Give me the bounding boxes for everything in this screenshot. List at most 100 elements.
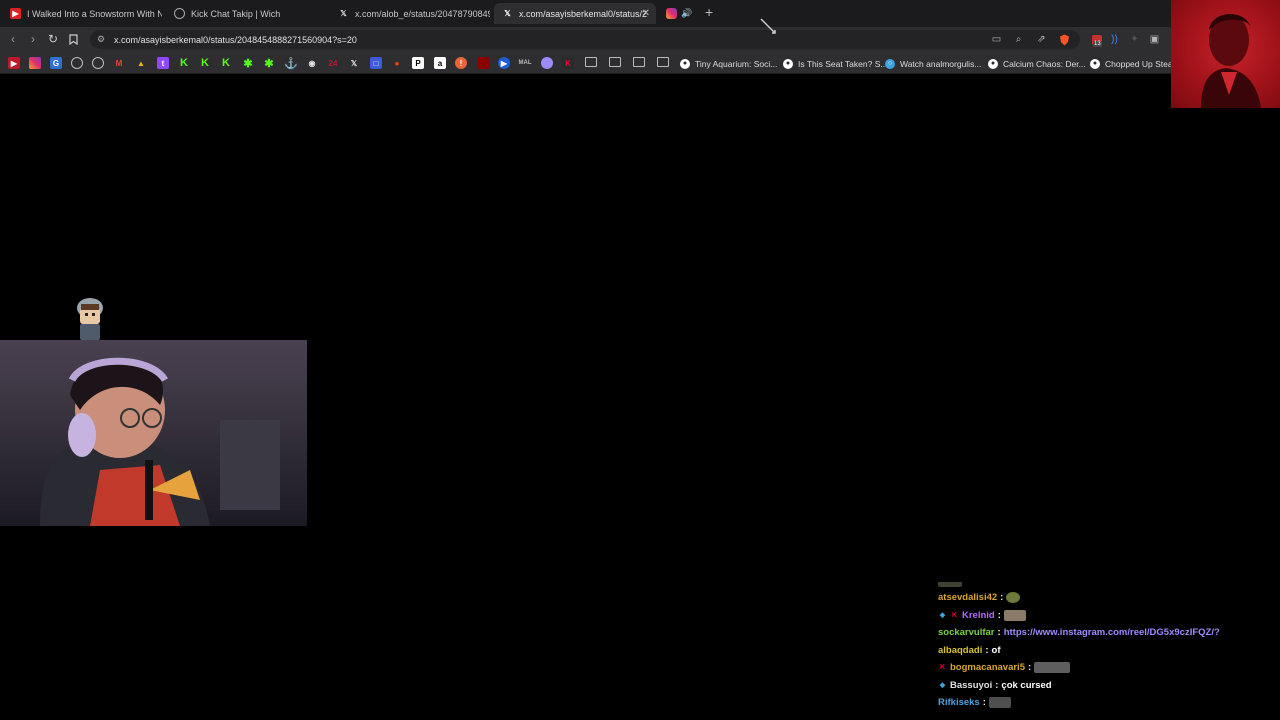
kick-badge-icon: K	[951, 611, 958, 619]
forward-icon[interactable]: ›	[26, 32, 40, 46]
bookmark-app-icon[interactable]: K	[562, 57, 574, 69]
chat-username[interactable]: bogmacanavari5	[950, 662, 1025, 673]
bookmark-label: Is This Seat Taken? S...	[798, 58, 888, 69]
bookmark-app-icon[interactable]	[541, 57, 553, 69]
bookmark-kick-icon[interactable]: K	[178, 57, 190, 69]
steam-icon: ●	[783, 58, 793, 69]
toolbar: ‹ › ↻ ⚙ x.com/asayisberkemal0/status/204…	[0, 27, 1280, 52]
bookmark-link-icon[interactable]: 24	[327, 57, 339, 69]
tab-kick-chat[interactable]: Kick Chat Takip | Wich	[166, 3, 326, 24]
chat-username[interactable]: sockarvulfar	[938, 627, 995, 638]
bookmarks-bar: ▶ G M ▲ t K K K ✱ ✱ ⚓ ◉ 24 𝕏 □ ● P a ! ▶…	[0, 52, 1280, 74]
extension-puzzle-icon[interactable]: ✦	[1128, 33, 1141, 46]
steam-icon: ●	[680, 58, 690, 69]
bookmark-app-icon[interactable]: !	[455, 57, 467, 69]
bookmark-patreon-icon[interactable]: P	[412, 57, 424, 69]
bookmark-mal-icon[interactable]: MAL	[519, 57, 532, 69]
bookmark-kick-icon[interactable]: K	[199, 57, 211, 69]
tab-title: Kick Chat Takip | Wich	[191, 8, 281, 19]
portrait-icon	[1201, 13, 1261, 108]
chat-username[interactable]: Rifkiseks	[938, 697, 980, 708]
chat-separator: :	[985, 644, 989, 656]
chat-username[interactable]: albaqdadi	[938, 645, 982, 656]
chat-text: çok cursed	[1001, 679, 1052, 691]
bookmark-item[interactable]: ● Chopped Up Steam	[1090, 55, 1180, 72]
brave-shield-icon[interactable]	[1058, 33, 1071, 46]
bookmark-anchor-icon[interactable]: ⚓	[284, 57, 298, 70]
tab-x-asayis[interactable]: 𝕏 x.com/asayisberkemal0/status/2 ✕	[494, 3, 656, 24]
bookmark-amazon-icon[interactable]: a	[434, 57, 446, 69]
tab-strip: ▶ I Walked Into a Snowstorm With No Kick…	[0, 0, 1280, 27]
bookmark-globe-icon[interactable]	[92, 57, 104, 69]
bookmark-item[interactable]: ○ Watch analmorgulis...	[885, 55, 981, 72]
close-tab-icon[interactable]: ✕	[642, 8, 650, 19]
chat-username[interactable]: Krelnid	[962, 610, 995, 621]
cast-icon[interactable]: ▭	[990, 33, 1003, 46]
chat-username[interactable]: Bassuyoi	[950, 680, 992, 691]
back-icon[interactable]: ‹	[6, 32, 20, 46]
youtube-icon: ▶	[10, 8, 21, 19]
chat-message: atsevdalisi42 :	[938, 589, 1268, 607]
bookmark-youtube-icon[interactable]: ▶	[8, 57, 20, 69]
globe-icon	[174, 8, 185, 19]
new-tab-button[interactable]: +	[705, 4, 713, 20]
bookmark-item[interactable]: ● Is This Seat Taken? S...	[783, 55, 887, 72]
bookmark-globe-icon[interactable]	[71, 57, 83, 69]
bookmark-instagram-icon[interactable]	[29, 57, 41, 69]
bookmark-puzzle-icon[interactable]: ✱	[263, 57, 275, 70]
gift-badge-icon: ◆	[939, 682, 946, 690]
chat-message: sockarvulfar : https://www.instagram.com…	[938, 624, 1268, 642]
bookmark-gmail-icon[interactable]: M	[113, 57, 125, 69]
tab-x-alob[interactable]: 𝕏 x.com/alob_e/status/2047879084970	[330, 3, 490, 24]
chat-message: Rifkiseks :	[938, 694, 1268, 712]
folder-icon[interactable]	[633, 57, 645, 67]
tab-youtube[interactable]: ▶ I Walked Into a Snowstorm With No	[2, 3, 162, 24]
bookmark-translate-icon[interactable]: G	[50, 57, 62, 69]
bookmark-app-icon[interactable]	[477, 57, 489, 69]
speaker-icon[interactable]: 🔊	[681, 8, 692, 19]
bookmark-label: Chopped Up Steam	[1105, 58, 1180, 69]
site-settings-icon[interactable]: ⚙	[97, 34, 105, 45]
chat-message: ◆ Bassuyoi : çok cursed	[938, 677, 1268, 695]
chat-separator: :	[1000, 592, 1004, 604]
emote-icon	[988, 697, 1011, 709]
bookmark-item[interactable]: ● Calcium Chaos: Der...	[988, 55, 1086, 72]
emote-icon	[1034, 662, 1071, 674]
bookmark-x-icon[interactable]: 𝕏	[348, 57, 360, 69]
address-bar[interactable]: ⚙ x.com/asayisberkemal0/status/204845488…	[90, 30, 1080, 49]
bookmark-play-icon[interactable]: ▶	[498, 57, 510, 69]
zoom-icon[interactable]: ⌕	[1012, 33, 1025, 46]
bookmark-reddit-icon[interactable]: ◉	[306, 57, 318, 69]
audio-extension-icon[interactable]: ))	[1108, 33, 1121, 46]
bookmark-drive-icon[interactable]: ▲	[135, 57, 147, 69]
emote-icon	[1003, 609, 1026, 621]
bookmark-label: Calcium Chaos: Der...	[1003, 58, 1086, 69]
folder-icon[interactable]	[609, 57, 621, 67]
steam-icon: ●	[988, 58, 998, 69]
bookmark-item[interactable]: ● Tiny Aquarium: Soci...	[680, 55, 777, 72]
bookmark-label: Tiny Aquarium: Soci...	[695, 58, 778, 69]
bookmark-icon[interactable]	[66, 32, 80, 46]
folder-icon[interactable]	[585, 57, 597, 67]
bookmark-app-icon[interactable]: □	[370, 57, 382, 69]
folder-icon[interactable]	[657, 57, 669, 67]
bookmark-kick-icon[interactable]: K	[220, 57, 232, 69]
stream-avatar-overlay	[1171, 0, 1280, 108]
extension-badge: 13	[1093, 41, 1102, 47]
kick-badge-icon: K	[939, 664, 946, 672]
webcam-feed	[0, 340, 307, 526]
tab-instagram[interactable]: 🔊	[662, 3, 694, 24]
gift-badge-icon: ◆	[939, 612, 946, 620]
bookmark-puzzle-icon[interactable]: ✱	[242, 57, 254, 70]
bookmark-twitch-icon[interactable]: t	[157, 57, 169, 69]
chat-username[interactable]: atsevdalisi42	[938, 592, 997, 603]
bookmark-reddit-icon[interactable]: ●	[391, 57, 403, 69]
reload-icon[interactable]: ↻	[46, 32, 60, 46]
chat-separator: :	[997, 609, 1001, 621]
chat-link[interactable]: https://www.instagram.com/reel/DG5x9czIF…	[1004, 627, 1220, 638]
x-icon: 𝕏	[504, 9, 511, 18]
sidebar-icon[interactable]: ▣	[1148, 33, 1161, 46]
chat-text: of	[991, 644, 1001, 656]
share-icon[interactable]: ⇗	[1035, 33, 1048, 46]
site-icon: ○	[885, 58, 895, 69]
